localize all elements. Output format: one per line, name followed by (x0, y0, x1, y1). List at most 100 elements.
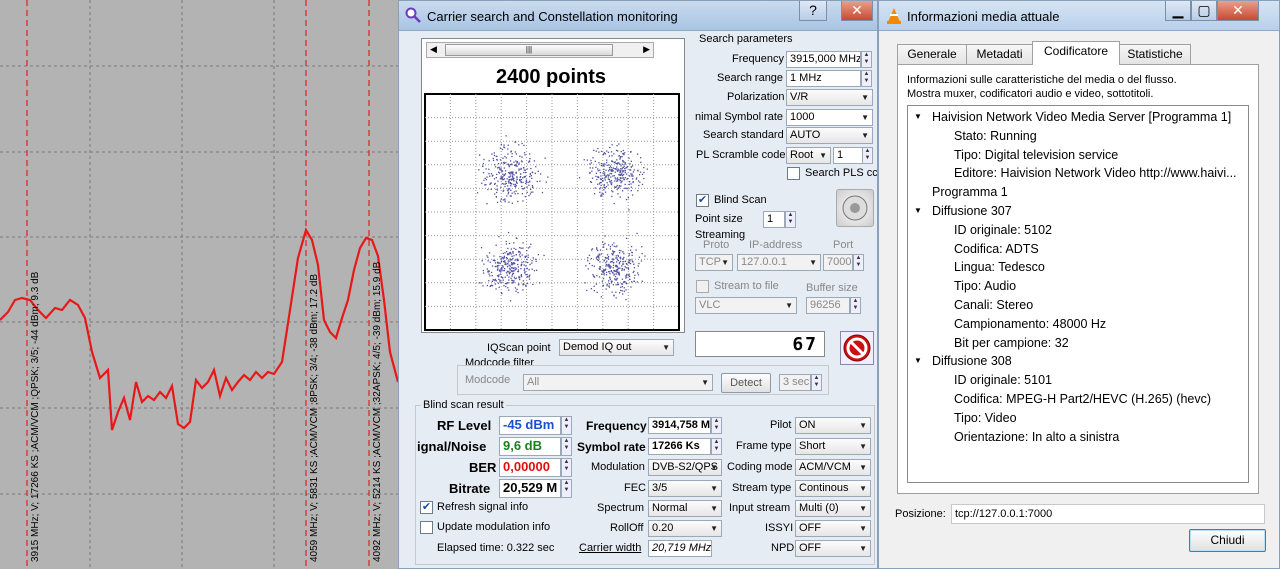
rf-level-spinner[interactable]: ▲ ▼ (561, 416, 572, 435)
port-input[interactable]: 7000 (823, 254, 853, 271)
stop-button[interactable] (840, 331, 874, 365)
chiudi-button[interactable]: Chiudi (1189, 529, 1266, 552)
tree-item[interactable]: Tipo: Digital television service (954, 148, 1118, 162)
symbol-rate-select[interactable]: 1000 (786, 109, 873, 126)
tree-item[interactable]: ID originale: 5101 (954, 373, 1052, 387)
constellation-frame: ◀ ||| ▶ 2400 points (421, 38, 685, 333)
tree-item[interactable]: Stato: Running (954, 129, 1037, 143)
spectrum-panel[interactable]: 3915 MHz; V; 17266 KS ;ACM/VCM ;QPSK; 3/… (0, 0, 398, 569)
rolloff-select[interactable]: 0.20 (648, 520, 722, 537)
buffer-input[interactable]: 96256 (806, 297, 850, 314)
player-select[interactable]: VLC (695, 297, 797, 314)
tree-item[interactable]: Orientazione: In alto a sinistra (954, 430, 1119, 444)
ip-label: IP-address (749, 239, 803, 251)
tree-item[interactable]: Diffusione 308 (932, 354, 1012, 368)
tab-statistiche[interactable]: Statistiche (1119, 44, 1191, 64)
tree-item[interactable]: Tipo: Audio (954, 279, 1016, 293)
point-size-input[interactable]: 1 (763, 211, 785, 228)
stream-file-checkbox[interactable] (696, 280, 709, 293)
scroll-thumb[interactable]: ||| (445, 44, 613, 56)
frame-type-select[interactable]: Short (795, 438, 871, 455)
buffer-spinner[interactable]: ▲ ▼ (850, 297, 861, 314)
counter-value: 67 (792, 334, 818, 355)
tree-item[interactable]: Tipo: Video (954, 411, 1017, 425)
port-spinner[interactable]: ▲ ▼ (853, 254, 864, 271)
maximize-button[interactable]: ▢ (1191, 1, 1217, 21)
tree-item[interactable]: Codifica: ADTS (954, 242, 1039, 256)
proto-select[interactable]: TCP (695, 254, 733, 271)
detect-button[interactable]: Detect (721, 373, 771, 393)
bitrate-label: Bitrate (449, 481, 491, 496)
issyi-select[interactable]: OFF (795, 520, 871, 537)
tab-generale[interactable]: Generale (897, 44, 967, 64)
spectrum-label: Spectrum (597, 502, 645, 514)
stream-type-select[interactable]: Continous (795, 480, 871, 497)
pl-scramble-spinner[interactable]: ▲ ▼ (862, 147, 873, 164)
proto-label: Proto (703, 239, 730, 251)
modulation-label: Modulation (591, 461, 645, 473)
result-frequency-spinner[interactable]: ▲ ▼ (711, 417, 722, 434)
tree-item[interactable]: Haivision Network Video Media Server [Pr… (932, 110, 1231, 124)
coding-mode-select[interactable]: ACM/VCM (795, 459, 871, 476)
tree-expander-icon[interactable]: ▼ (914, 356, 922, 365)
bitrate-spinner[interactable]: ▲ ▼ (561, 479, 572, 498)
help-button[interactable]: ? (799, 1, 827, 21)
constellation-scrollbar[interactable]: ◀ ||| ▶ (426, 42, 654, 58)
tree-item[interactable]: Codifica: MPEG-H Part2/HEVC (H.265) (hev… (954, 392, 1211, 406)
scroll-right-icon[interactable]: ▶ (643, 44, 650, 55)
codec-tree[interactable]: ▼ Haivision Network Video Media Server [P… (907, 105, 1249, 483)
position-input[interactable]: tcp://127.0.0.1:7000 (951, 504, 1265, 524)
tree-item[interactable]: Programma 1 (932, 185, 1008, 199)
detect-sec-spinner[interactable]: ▲ ▼ (811, 374, 822, 391)
stop-icon (843, 334, 871, 362)
pl-scramble-select[interactable]: Root (786, 147, 831, 164)
pilot-select[interactable]: ON (795, 417, 871, 434)
polarization-select[interactable]: V/R (786, 89, 873, 106)
point-size-spinner[interactable]: ▲ ▼ (785, 211, 796, 228)
tab-codificatore[interactable]: Codificatore (1032, 41, 1120, 65)
media-close-button[interactable]: ✕ (1217, 1, 1259, 21)
pl-scramble-input[interactable]: 1 (833, 147, 863, 164)
ip-select[interactable]: 127.0.0.1 (737, 254, 821, 271)
tab-metadati[interactable]: Metadati (966, 44, 1033, 64)
scroll-left-icon[interactable]: ◀ (430, 44, 437, 55)
frequency-spinner[interactable]: ▲ ▼ (861, 51, 872, 68)
sn-spinner[interactable]: ▲ ▼ (561, 437, 572, 456)
scan-image-button[interactable] (836, 189, 874, 227)
modcode-select[interactable]: All (523, 374, 713, 391)
search-range-input[interactable]: 1 MHz (786, 70, 861, 87)
iqscan-select[interactable]: Demod IQ out (559, 339, 674, 356)
close-button[interactable]: ✕ (841, 1, 873, 21)
result-symrate-spinner[interactable]: ▲ ▼ (711, 438, 722, 455)
fec-select[interactable]: 3/5 (648, 480, 722, 497)
minimize-button[interactable]: ▁ (1165, 1, 1191, 21)
polarization-label: Polarization (727, 91, 785, 103)
ber-spinner[interactable]: ▲ ▼ (561, 458, 572, 477)
detect-sec-input[interactable]: 3 sec (779, 374, 811, 391)
tree-item[interactable]: Editore: Haivision Network Video http://… (954, 166, 1237, 180)
spectrum-select[interactable]: Normal (648, 500, 722, 517)
update-checkbox[interactable] (420, 521, 433, 534)
carrier-width-value: 20,719 MHz (648, 540, 712, 557)
search-range-spinner[interactable]: ▲ ▼ (861, 70, 872, 87)
title-bar[interactable]: Carrier search and Constellation monitor… (399, 1, 877, 31)
tree-item[interactable]: ID originale: 5102 (954, 223, 1052, 237)
frequency-input[interactable]: 3915,000 MHz (786, 51, 861, 68)
npd-select[interactable]: OFF (795, 540, 871, 557)
input-stream-select[interactable]: Multi (0) (795, 500, 871, 517)
media-title-bar[interactable]: Informazioni media attuale ▁ ▢ ✕ (879, 1, 1279, 31)
blind-scan-checkbox[interactable]: ✔ (696, 194, 709, 207)
tree-item[interactable]: Bit per campione: 32 (954, 336, 1069, 350)
result-header: Blind scan result (421, 399, 506, 411)
tree-expander-icon[interactable]: ▼ (914, 112, 922, 121)
tree-item[interactable]: Diffusione 307 (932, 204, 1012, 218)
tree-expander-icon[interactable]: ▼ (914, 206, 922, 215)
tree-item[interactable]: Lingua: Tedesco (954, 260, 1045, 274)
tree-item[interactable]: Campionamento: 48000 Hz (954, 317, 1106, 331)
search-standard-select[interactable]: AUTO (786, 127, 873, 144)
refresh-checkbox[interactable]: ✔ (420, 501, 433, 514)
modulation-select[interactable]: DVB-S2/QPS (648, 459, 722, 476)
search-pls-checkbox[interactable] (787, 167, 800, 180)
media-window-title: Informazioni media attuale (907, 9, 1060, 24)
tree-item[interactable]: Canali: Stereo (954, 298, 1033, 312)
